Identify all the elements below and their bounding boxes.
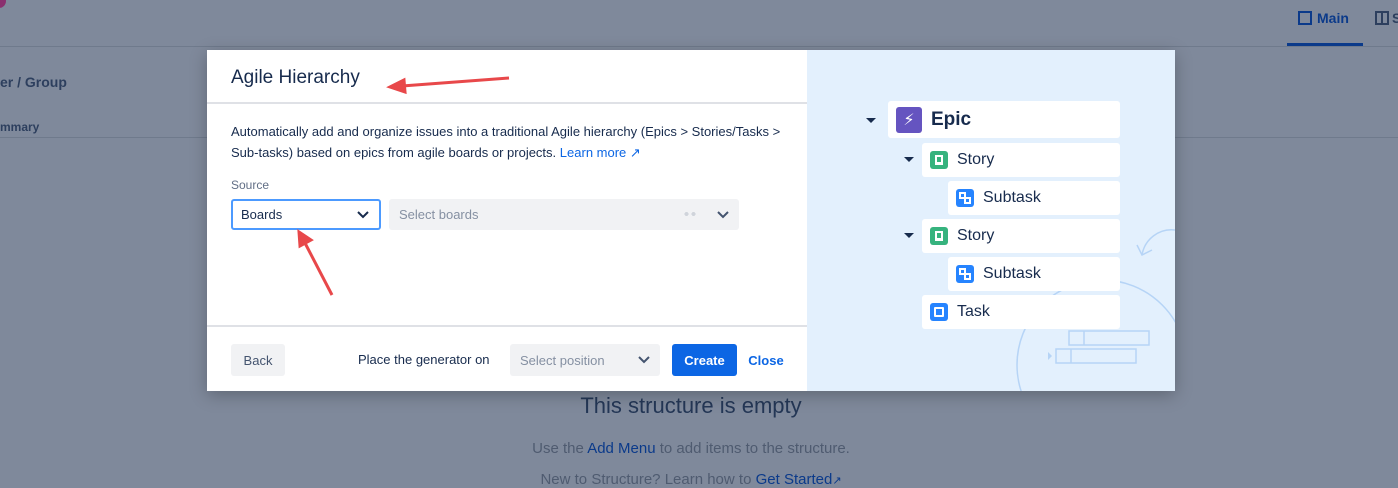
tab-split[interactable]: S [1375, 10, 1398, 26]
empty-title: This structure is empty [580, 393, 802, 418]
expand-caret-icon [866, 118, 876, 123]
agile-hierarchy-dialog: Agile Hierarchy Automatically add and or… [207, 50, 1175, 391]
dialog-header-divider [207, 102, 807, 104]
task-checkbox-icon [930, 303, 948, 321]
chevron-down-icon [357, 210, 369, 218]
preview-item-subtask: Subtask [948, 181, 1120, 215]
window-icon [1298, 11, 1312, 25]
preview-item-epic: ⚡ Epic [888, 101, 1120, 138]
empty-line2: New to Structure? Learn how to Get Start… [540, 471, 842, 488]
hierarchy-preview-panel: ⚡ Epic Story Subtask Story Subtask Task [807, 50, 1175, 391]
subtask-icon [956, 189, 974, 207]
dialog-description: Automatically add and organize issues in… [231, 124, 781, 160]
source-select[interactable]: Boards [231, 199, 381, 230]
dialog-form-panel: Agile Hierarchy Automatically add and or… [207, 50, 807, 391]
tab-active-indicator [1287, 43, 1363, 46]
empty-line1: Use the Add Menu to add items to the str… [532, 440, 850, 457]
source-label: Source [231, 178, 270, 192]
chevron-down-icon [717, 210, 729, 218]
dialog-footer-divider [207, 325, 807, 327]
preview-item-story: Story [922, 143, 1120, 177]
get-started-link[interactable]: Get Started [756, 471, 833, 488]
add-menu-link[interactable]: Add Menu [587, 440, 655, 457]
place-generator-label: Place the generator on [358, 352, 490, 367]
epic-lightning-icon: ⚡ [896, 106, 922, 133]
preview-item-story: Story [922, 219, 1120, 253]
preview-item-task: Task [922, 295, 1120, 329]
expand-caret-icon [904, 157, 914, 162]
app-logo [0, 0, 6, 8]
close-button[interactable]: Close [745, 344, 787, 376]
chevron-down-icon [638, 356, 650, 364]
breadcrumb: er / Group [0, 74, 67, 90]
boards-select[interactable]: Select boards [389, 199, 739, 230]
subtask-icon [956, 265, 974, 283]
split-view-icon [1375, 11, 1389, 25]
preview-item-subtask: Subtask [948, 257, 1120, 291]
expand-caret-icon [904, 233, 914, 238]
external-link-icon: ↗ [832, 475, 842, 487]
learn-more-link[interactable]: Learn more ↗ [560, 145, 641, 160]
create-button[interactable]: Create [672, 344, 737, 376]
column-header-summary: mmary [0, 120, 40, 134]
story-bookmark-icon [930, 151, 948, 169]
dialog-title: Agile Hierarchy [231, 67, 360, 88]
back-button[interactable]: Back [231, 344, 285, 376]
story-bookmark-icon [930, 227, 948, 245]
loading-dots-icon [683, 212, 697, 216]
position-select[interactable]: Select position [510, 344, 660, 376]
tab-main[interactable]: Main [1298, 10, 1349, 26]
top-divider [0, 46, 1398, 47]
